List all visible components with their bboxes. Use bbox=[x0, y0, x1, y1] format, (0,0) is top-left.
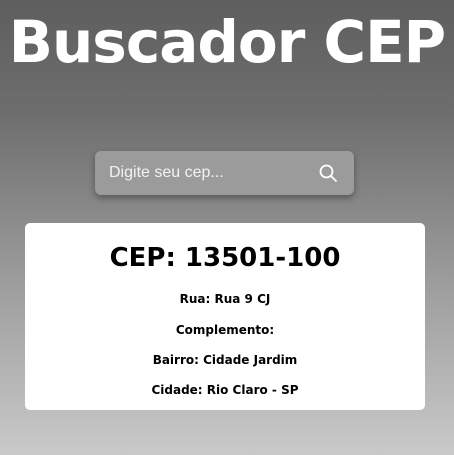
street-text: Rua: Rua 9 CJ bbox=[179, 292, 271, 306]
cep-heading: CEP: 13501-100 bbox=[109, 243, 341, 273]
cep-search-input[interactable] bbox=[95, 151, 308, 195]
complement-text: Complemento: bbox=[175, 323, 275, 337]
search-button[interactable] bbox=[308, 151, 348, 195]
city-text: Cidade: Rio Claro - SP bbox=[151, 383, 299, 397]
neighborhood-text: Bairro: Cidade Jardim bbox=[152, 353, 298, 367]
page-title: Buscador CEP bbox=[8, 8, 446, 76]
search-icon bbox=[319, 164, 337, 182]
search-bar bbox=[95, 151, 354, 195]
cep-result-card: CEP: 13501-100 Rua: Rua 9 CJ Complemento… bbox=[25, 223, 425, 410]
